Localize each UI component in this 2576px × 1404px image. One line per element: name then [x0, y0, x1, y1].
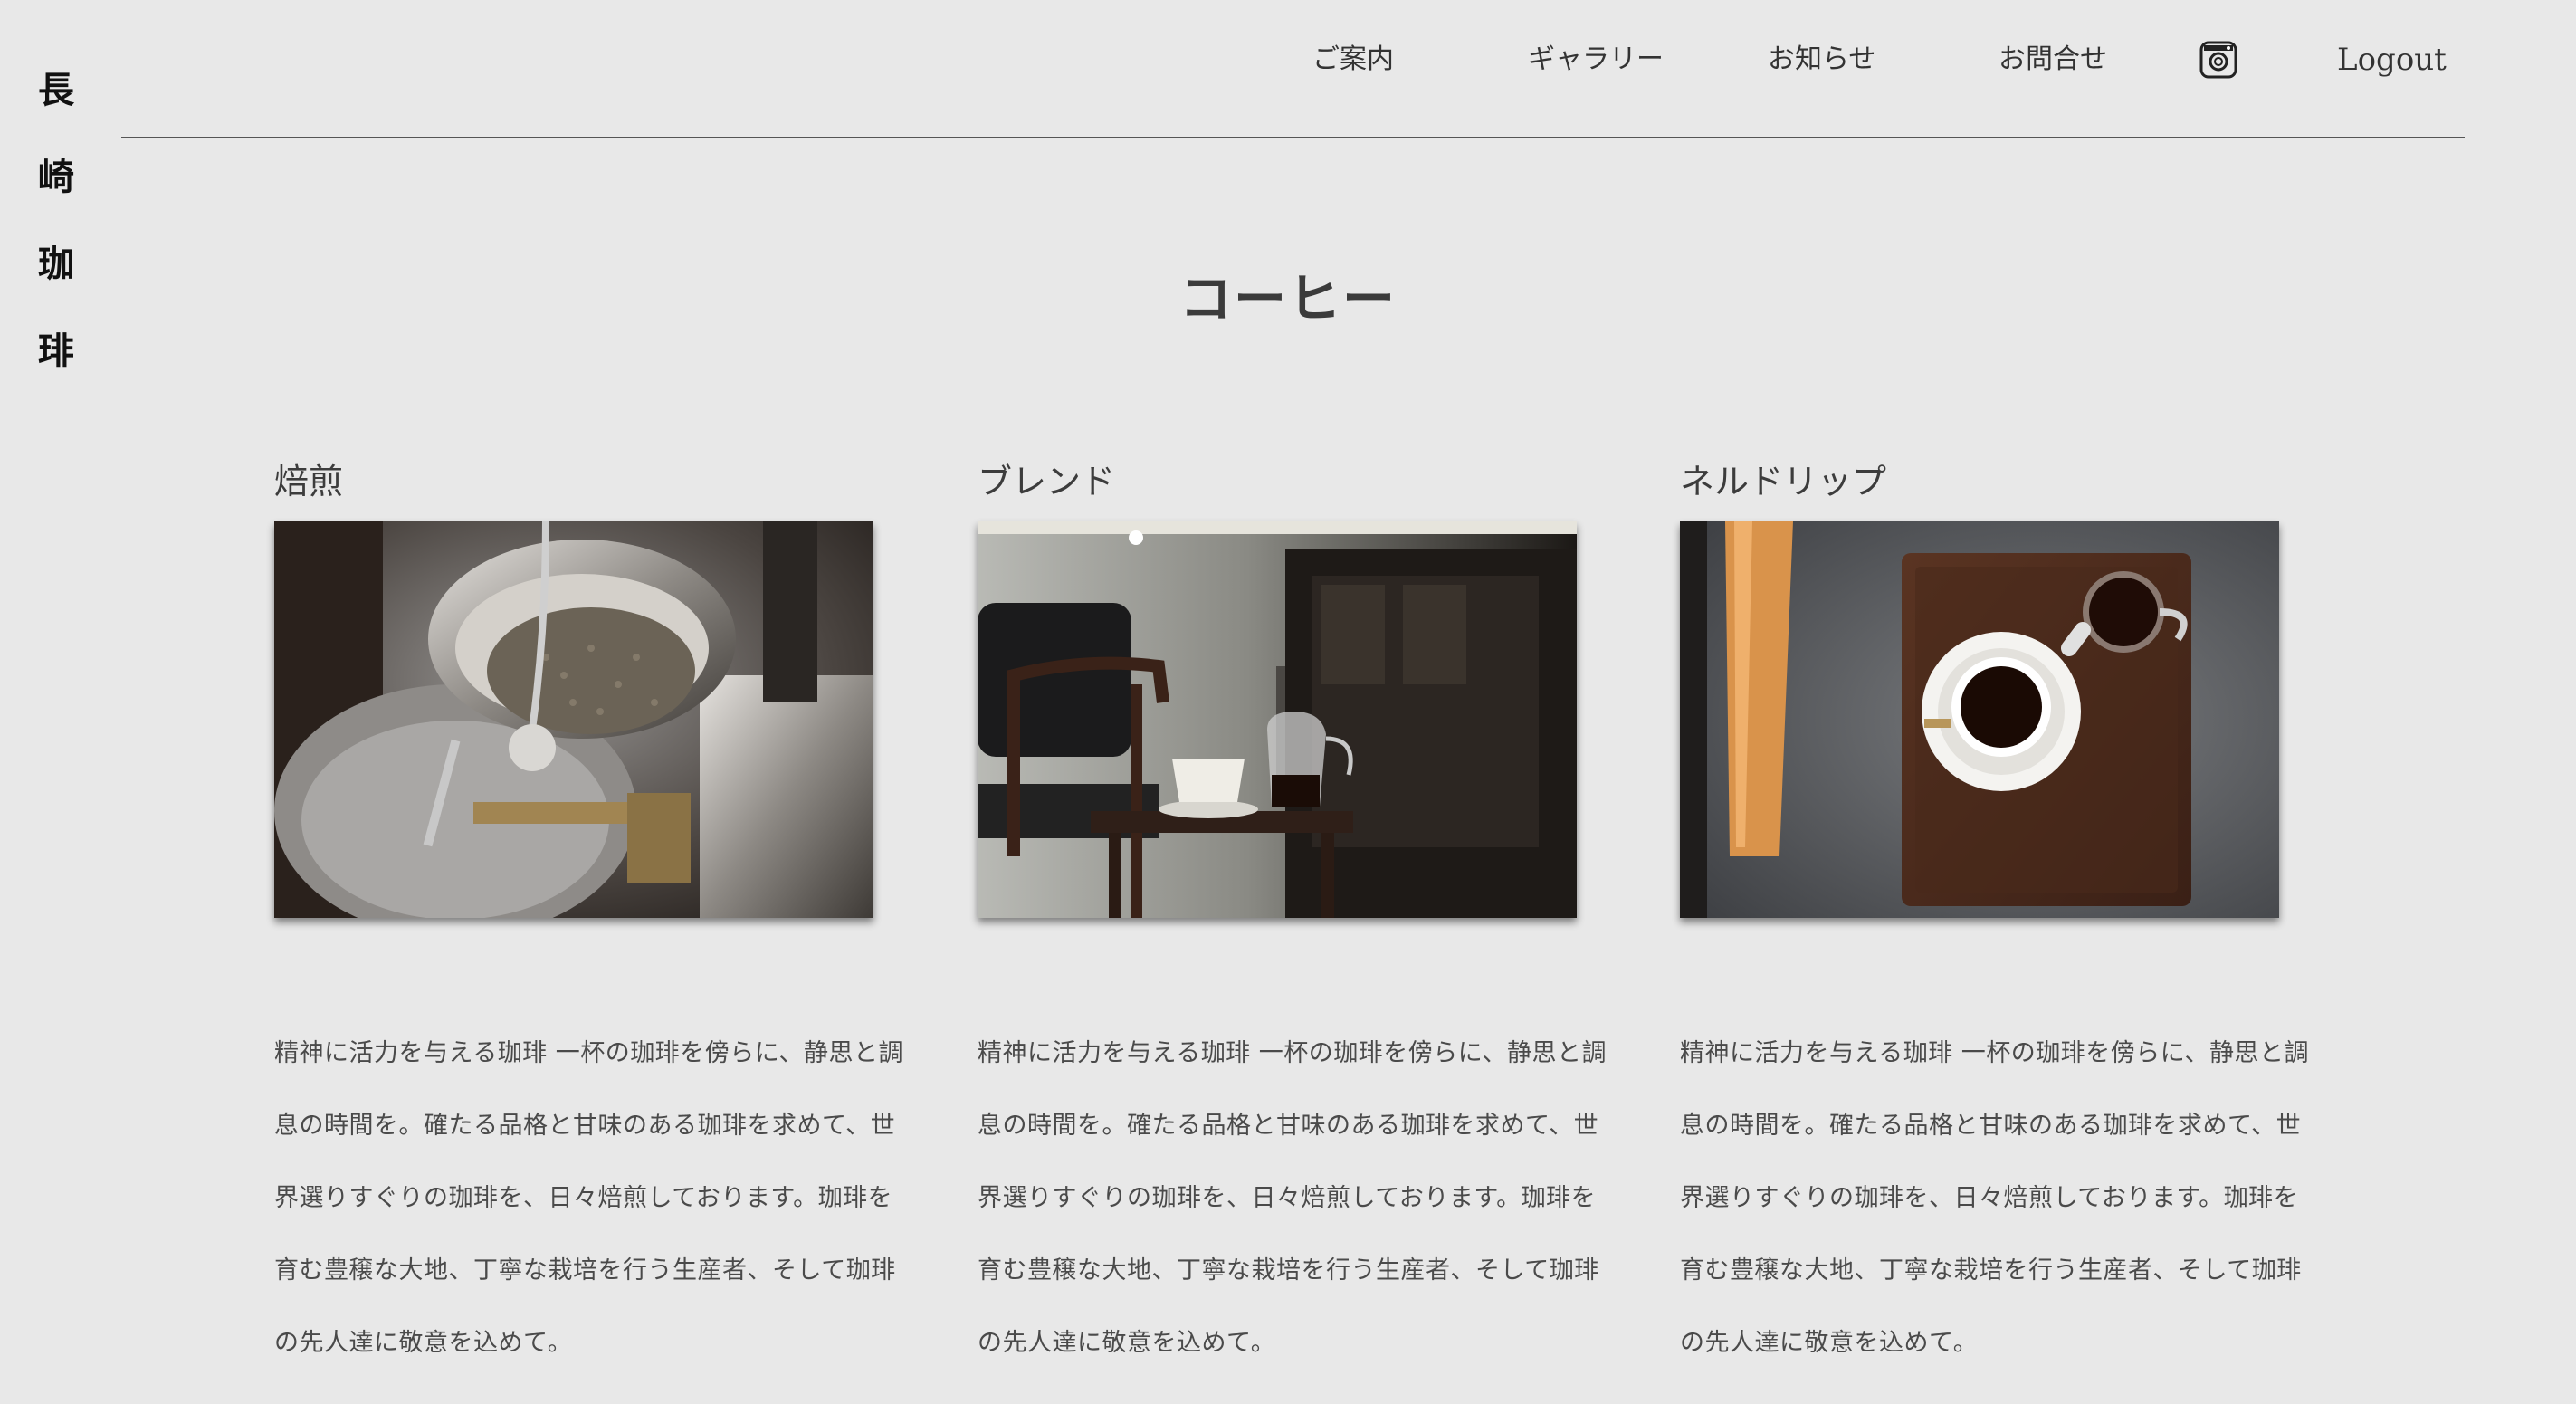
- coffee-roaster-photo: [274, 521, 873, 918]
- top-nav: ご案内 ギャラリー お知らせ お問合せ Logout: [0, 34, 2576, 85]
- brand-char: 崎: [38, 156, 74, 198]
- card-roasting: 焙煎 精神に活力を与える珈琲 一杯の珈琲を傍らに、静思と調息の時間を。確たる品格…: [274, 453, 908, 1404]
- card-description: 精神に活力を与える珈琲 一杯の珈琲を傍らに、静思と調息の時間を。確たる品格と甘味…: [274, 1039, 903, 1357]
- brand-char: 琲: [38, 330, 74, 372]
- coffee-cup-on-tray-photo: [1680, 521, 2279, 918]
- card-title: ネルドリップ: [1680, 462, 1887, 501]
- card-nel-drip: ネルドリップ 精神に活力を与える珈琲 一杯の珈琲を傍らに、静思と調息の時間を。確…: [1680, 453, 2314, 1404]
- card-title: ブレンド: [978, 462, 1116, 501]
- nav-item-guide[interactable]: ご案内: [1312, 34, 1394, 85]
- card-blend: ブレンド 精神に活力を与える珈琲 一杯の珈琲を傍らに、静思と調息の時間を。確たる…: [978, 453, 1611, 1404]
- page-title: コーヒー: [1178, 268, 1397, 330]
- cafe-interior-photo: [978, 521, 1577, 918]
- logout-link[interactable]: Logout: [2337, 34, 2447, 85]
- card-description: 精神に活力を与える珈琲 一杯の珈琲を傍らに、静思と調息の時間を。確たる品格と甘味…: [978, 1039, 1607, 1357]
- card-title: 焙煎: [274, 462, 344, 501]
- instagram-icon[interactable]: [2199, 41, 2237, 79]
- card-description: 精神に活力を与える珈琲 一杯の珈琲を傍らに、静思と調息の時間を。確たる品格と甘味…: [1680, 1039, 2309, 1357]
- header-divider: [121, 137, 2465, 138]
- nav-item-news[interactable]: お知らせ: [1768, 34, 1875, 85]
- nav-item-contact[interactable]: お問合せ: [1999, 34, 2107, 85]
- brand-logo[interactable]: 長 崎 珈 琲: [0, 72, 112, 420]
- nav-item-gallery[interactable]: ギャラリー: [1528, 34, 1664, 85]
